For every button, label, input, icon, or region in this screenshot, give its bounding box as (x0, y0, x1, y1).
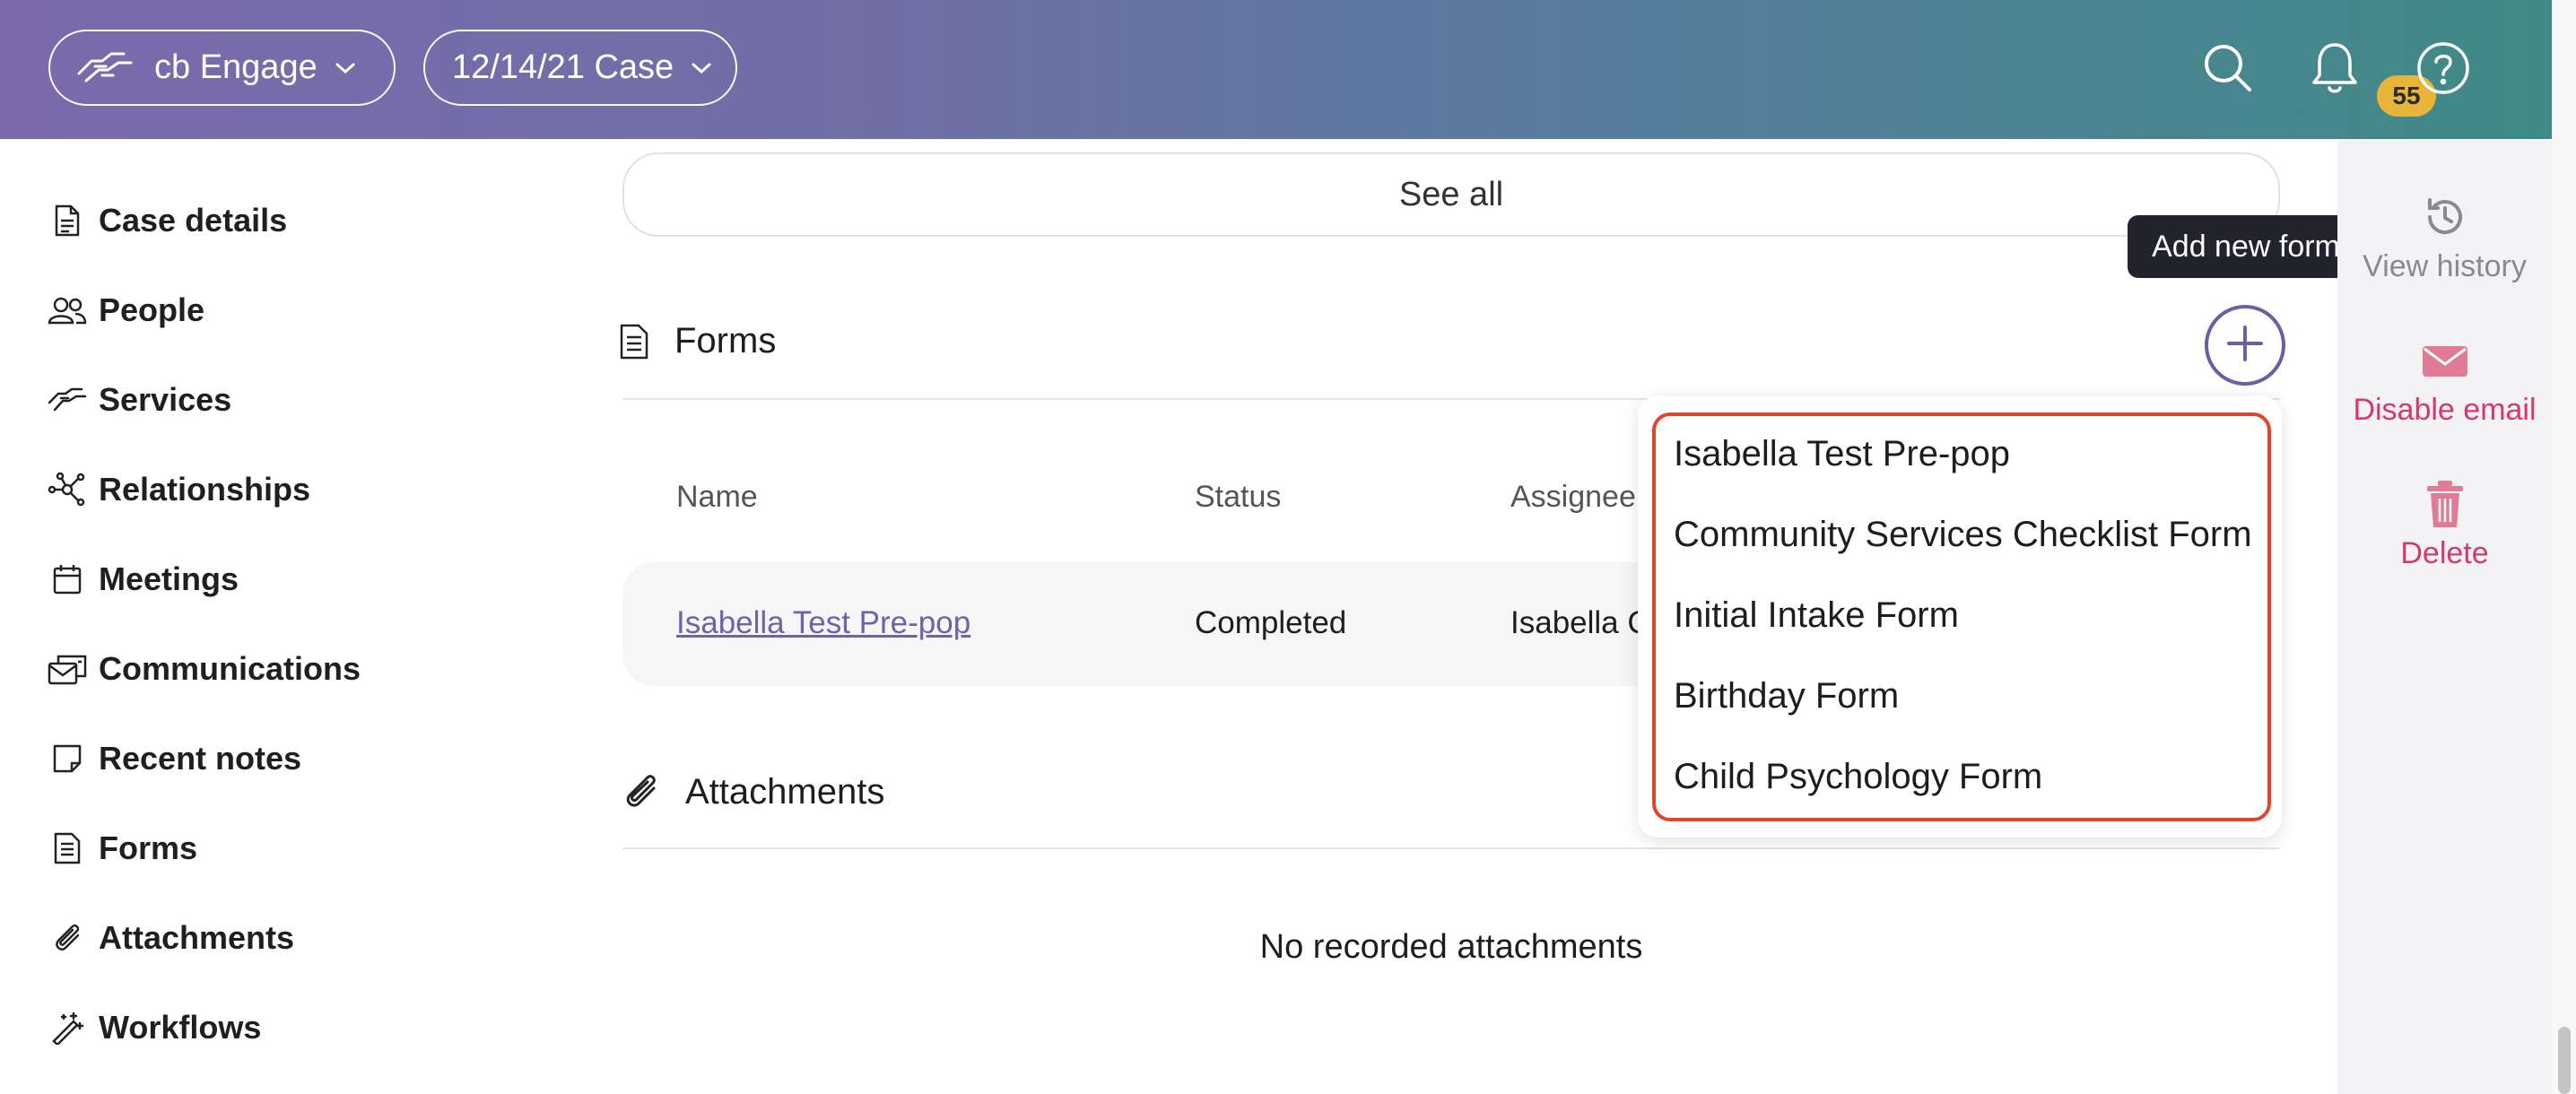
dropdown-item-isabella-test-pre-pop[interactable]: Isabella Test Pre-pop (1674, 434, 2010, 474)
sidebar-item-relationships[interactable]: Relationships (47, 463, 310, 517)
paperclip-icon (621, 771, 660, 812)
note-icon (47, 738, 88, 779)
dropdown-item-community-services-checklist-form[interactable]: Community Services Checklist Form (1674, 515, 2252, 555)
sidebar-item-label: Forms (99, 829, 198, 866)
attachments-section-header: Attachments (621, 771, 884, 812)
dropdown-item-birthday-form[interactable]: Birthday Form (1674, 676, 1899, 716)
column-header-assignee[interactable]: Assignee (1510, 480, 1636, 515)
app-switcher-label: cb Engage (154, 48, 318, 86)
sidebar-item-label: Recent notes (99, 740, 302, 777)
paperclip-icon (47, 917, 88, 959)
plus-icon (2225, 324, 2265, 368)
add-form-dropdown: Isabella Test Pre-pop Community Services… (1638, 396, 2282, 838)
bell-icon[interactable] (2302, 36, 2367, 100)
sidebar-item-label: Case details (99, 202, 288, 239)
forms-section-header: Forms (619, 321, 776, 361)
envelope-icon (2421, 334, 2469, 387)
view-history-button[interactable]: View history (2337, 190, 2552, 284)
trash-icon (2425, 477, 2465, 531)
delete-label: Delete (2400, 536, 2489, 570)
sidebar-item-attachments[interactable]: Attachments (47, 911, 294, 965)
attachments-empty-text: No recorded attachments (1259, 928, 1643, 966)
attachments-divider (622, 847, 2280, 849)
sidebar-item-forms[interactable]: Forms (47, 821, 197, 875)
history-icon (2423, 190, 2467, 244)
attachments-section-title: Attachments (685, 771, 885, 812)
case-switcher[interactable]: 12/14/21 Case (423, 30, 737, 106)
form-icon (47, 828, 88, 869)
case-switcher-label: 12/14/21 Case (452, 48, 674, 86)
handshake-icon (47, 379, 88, 421)
sidebar-item-label: Communications (99, 650, 361, 687)
sidebar-item-workflows[interactable]: Workflows (47, 1001, 261, 1055)
chevron-down-icon (334, 61, 357, 75)
form-status: Completed (1195, 605, 1347, 640)
help-icon[interactable] (2411, 36, 2476, 100)
view-history-label: View history (2363, 249, 2527, 283)
calendar-icon (47, 559, 88, 600)
app-switcher[interactable]: cb Engage (48, 30, 396, 106)
handshake-logo-icon (75, 48, 135, 88)
add-new-form-tooltip: Add new form (2128, 215, 2364, 278)
scrollbar-thumb[interactable] (2558, 1027, 2571, 1094)
chevron-down-icon (690, 61, 713, 75)
sidebar-item-communications[interactable]: Communications (47, 642, 361, 696)
sidebar-item-case-details[interactable]: Case details (47, 194, 287, 247)
delete-button[interactable]: Delete (2337, 477, 2552, 571)
disable-email-button[interactable]: Disable email (2337, 334, 2552, 428)
sidebar-item-label: Workflows (99, 1009, 262, 1046)
sidebar-item-label: People (99, 291, 205, 328)
sidebar-item-label: Meetings (99, 560, 239, 597)
form-name-link[interactable]: Isabella Test Pre-pop (676, 605, 970, 641)
mail-icon (47, 648, 88, 690)
form-assignee: Isabella C (1510, 605, 1650, 640)
disable-email-label: Disable email (2353, 393, 2537, 427)
sidebar-item-meetings[interactable]: Meetings (47, 552, 239, 606)
network-icon (47, 469, 88, 510)
add-form-button[interactable] (2205, 305, 2285, 386)
document-icon (47, 200, 88, 241)
sidebar-item-label: Attachments (99, 919, 295, 956)
top-header: cb Engage 12/14/21 Case 55 (0, 0, 2552, 139)
sidebar-item-recent-notes[interactable]: Recent notes (47, 732, 301, 786)
sidebar-item-services[interactable]: Services (47, 373, 231, 427)
column-header-name[interactable]: Name (676, 480, 758, 515)
sidebar-item-label: Services (99, 381, 232, 418)
dropdown-item-initial-intake-form[interactable]: Initial Intake Form (1674, 595, 1959, 636)
form-icon (619, 323, 649, 360)
magic-wand-icon (47, 1007, 88, 1048)
page-scrollbar[interactable] (2552, 0, 2576, 1094)
forms-section-title: Forms (674, 321, 777, 360)
people-icon (47, 290, 88, 331)
sidebar-item-label: Relationships (99, 471, 311, 508)
sidebar-item-people[interactable]: People (47, 283, 205, 337)
dropdown-item-child-psychology-form[interactable]: Child Psychology Form (1674, 757, 2042, 797)
search-icon[interactable] (2196, 36, 2260, 100)
see-all-button[interactable]: See all (622, 152, 2280, 237)
column-header-status[interactable]: Status (1195, 480, 1281, 515)
